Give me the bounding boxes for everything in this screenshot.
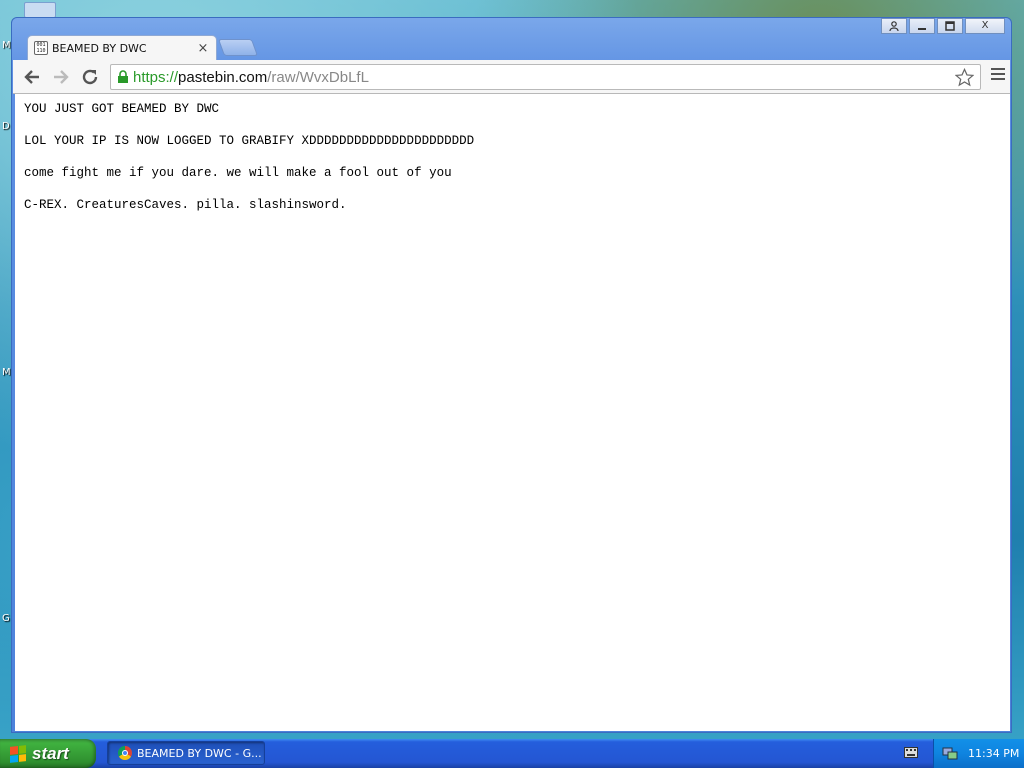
desktop-icon-label: M <box>2 40 11 51</box>
system-tray: 11:34 PM <box>933 739 1024 768</box>
start-button[interactable]: start <box>0 739 96 768</box>
user-icon <box>889 21 899 31</box>
lock-icon <box>118 70 128 83</box>
url-host: pastebin.com <box>178 68 268 86</box>
user-profile-button[interactable] <box>881 18 907 34</box>
tab-active[interactable]: 001 110 101 BEAMED BY DWC × <box>27 35 217 60</box>
close-window-button[interactable]: X <box>965 18 1005 34</box>
taskbar-item-browser[interactable]: BEAMED BY DWC - G... <box>107 741 265 765</box>
start-label: start <box>32 743 69 763</box>
chrome-icon <box>118 746 132 760</box>
favicon-icon: 001 110 101 <box>34 41 48 55</box>
url-path: /raw/WvxDbLfL <box>267 68 369 86</box>
maximize-button[interactable] <box>937 18 963 34</box>
bookmark-star-icon[interactable] <box>955 68 974 87</box>
browser-window: X 001 110 101 BEAMED BY DWC × https://pa… <box>11 17 1012 733</box>
tab-title: BEAMED BY DWC <box>52 41 147 55</box>
restore-icon <box>945 21 955 31</box>
toolbar: https://pastebin.com/raw/WvxDbLfL <box>13 60 1010 94</box>
clock[interactable]: 11:34 PM <box>968 747 1019 760</box>
taskbar-item-label: BEAMED BY DWC - G... <box>137 746 262 760</box>
network-icon[interactable] <box>942 747 958 761</box>
forward-button[interactable] <box>50 66 72 88</box>
menu-button[interactable] <box>991 68 1005 84</box>
url-scheme: https:// <box>133 68 179 86</box>
desktop-icon-fragment[interactable] <box>24 2 56 18</box>
minimize-icon <box>918 28 926 30</box>
content-line: come fight me if you dare. we will make … <box>24 166 452 180</box>
page-content: YOU JUST GOT BEAMED BY DWC LOL YOUR IP I… <box>15 94 1010 731</box>
address-bar[interactable]: https://pastebin.com/raw/WvxDbLfL <box>110 64 981 90</box>
reload-button[interactable] <box>79 66 101 88</box>
content-line: YOU JUST GOT BEAMED BY DWC <box>24 102 220 116</box>
desktop-icon-label: D <box>2 121 10 132</box>
hamburger-icon <box>991 68 1005 70</box>
url-text: https://pastebin.com/raw/WvxDbLfL <box>133 69 369 86</box>
tab-close-icon[interactable]: × <box>196 41 210 56</box>
taskbar: start BEAMED BY DWC - G... 11:34 PM <box>0 739 1024 768</box>
minimize-button[interactable] <box>909 18 935 34</box>
new-tab-button[interactable] <box>217 39 259 56</box>
desktop-icon-label: G <box>2 613 10 624</box>
close-icon: X <box>981 20 989 31</box>
desktop-icon-label: M <box>2 367 11 378</box>
window-controls: X <box>881 18 1005 34</box>
content-line: LOL YOUR IP IS NOW LOGGED TO GRABIFY XDD… <box>24 134 475 148</box>
back-button[interactable] <box>21 66 43 88</box>
reload-icon <box>82 69 98 85</box>
content-line: C-REX. CreaturesCaves. pilla. slashinswo… <box>24 198 347 212</box>
keyboard-icon[interactable] <box>904 747 918 758</box>
forward-arrow-icon <box>54 70 69 84</box>
back-arrow-icon <box>24 70 39 84</box>
windows-logo-icon <box>10 744 26 763</box>
